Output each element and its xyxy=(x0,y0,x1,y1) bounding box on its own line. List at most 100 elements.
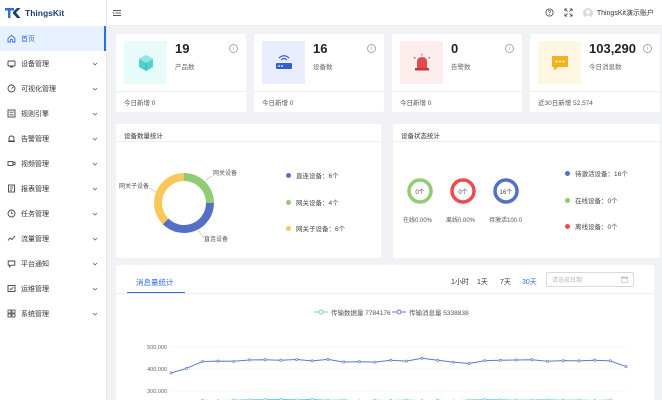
stat-icon-box xyxy=(400,41,443,84)
stat-card-siren: 0 告警数 i 今日新增 0 xyxy=(392,34,522,112)
stat-footer: 今日新增 0 xyxy=(400,100,432,107)
sidebar-item-home[interactable]: 首页 xyxy=(0,26,106,51)
chevron-down-icon xyxy=(92,262,98,266)
gauge-caption: 离线0.00% xyxy=(446,218,476,224)
series-point[interactable] xyxy=(577,359,581,363)
info-icon[interactable]: i xyxy=(643,44,652,53)
series-point[interactable] xyxy=(200,360,204,363)
stat-footer: 近30日新增 52,574 xyxy=(538,100,593,107)
stat-value: 16 xyxy=(313,41,328,56)
series-point[interactable] xyxy=(247,358,251,362)
series-point[interactable] xyxy=(295,358,298,361)
home-icon xyxy=(7,34,16,43)
gauge-caption: 在线0.00% xyxy=(403,218,433,224)
stat-card-cube: 19 产品数 i 今日新增 0 xyxy=(116,34,246,112)
date-picker[interactable]: 请选择日期 xyxy=(546,272,634,287)
stat-icon-box xyxy=(538,41,581,84)
legend-line-marker xyxy=(392,309,406,315)
info-icon[interactable]: i xyxy=(505,44,514,53)
series-point[interactable] xyxy=(624,365,628,369)
y-tick-label: 500,000 xyxy=(147,345,167,351)
date-placeholder: 请选择日期 xyxy=(552,278,583,284)
series-point[interactable] xyxy=(342,360,346,364)
legend-dot xyxy=(286,199,291,205)
logo[interactable]: ThingsKit xyxy=(0,0,106,26)
series-point[interactable] xyxy=(404,359,408,363)
info-icon[interactable]: i xyxy=(229,44,238,53)
series-point[interactable] xyxy=(420,356,424,360)
tab-message-stats[interactable]: 消息量统计 xyxy=(136,277,174,288)
series-point[interactable] xyxy=(263,358,267,362)
legend-text: 网关子设备：6个 xyxy=(296,226,346,233)
chart-legend-item[interactable]: 传输数据量 7784176 xyxy=(314,307,391,317)
legend-item: 网关设备：4个 xyxy=(286,197,339,207)
avatar[interactable] xyxy=(582,7,593,18)
sidebar-item-notification[interactable]: 平台通知 xyxy=(0,251,106,276)
donut-slice-sub[interactable] xyxy=(154,173,184,225)
sidebar-item-alarm[interactable]: 告警管理 xyxy=(0,126,106,151)
ops-icon xyxy=(7,285,16,292)
message-icon xyxy=(551,55,568,70)
series-point[interactable] xyxy=(310,359,314,363)
info-icon[interactable]: i xyxy=(367,44,376,53)
series-point[interactable] xyxy=(608,359,612,363)
series-point[interactable] xyxy=(467,362,471,365)
sidebar-item-traffic[interactable]: 流量管理 xyxy=(0,226,106,251)
sidebar-item-video[interactable]: 视频管理 xyxy=(0,151,106,176)
user-name[interactable]: ThingsKit演示账户 xyxy=(597,8,654,18)
gauge-online: 0个在线0.00% xyxy=(403,178,445,224)
series-point[interactable] xyxy=(451,360,455,364)
sidebar-item-device[interactable]: 设备管理 xyxy=(0,51,106,76)
range-button[interactable]: 7天 xyxy=(500,277,511,287)
series-point[interactable] xyxy=(530,358,534,362)
chart-legend-item[interactable]: 传输消息量 5338838 xyxy=(392,307,469,317)
series-point[interactable] xyxy=(279,358,283,362)
router-icon xyxy=(275,54,292,69)
stat-label: 设备数 xyxy=(313,64,333,71)
legend-item: 在线设备：0个 xyxy=(565,195,618,205)
stat-card-router: 16 设备数 i 今日新增 0 xyxy=(254,34,384,112)
sidebar-item-system[interactable]: 系统管理 xyxy=(0,301,106,326)
stat-label: 告警数 xyxy=(451,64,471,71)
gauge-value: 0个 xyxy=(415,190,425,196)
chevron-down-icon xyxy=(92,212,98,216)
series-point[interactable] xyxy=(185,366,189,370)
cube-icon xyxy=(138,54,153,71)
sidebar-item-label: 系统管理 xyxy=(21,310,49,318)
sidebar-item-report[interactable]: 报表管理 xyxy=(0,176,106,201)
series-point[interactable] xyxy=(389,358,393,362)
series-point[interactable] xyxy=(546,359,550,363)
sidebar-item-rule[interactable]: 规则引擎 xyxy=(0,101,106,126)
series-point[interactable] xyxy=(593,358,597,362)
sidebar-item-ops[interactable]: 运维管理 xyxy=(0,276,106,301)
donut-slice-direct[interactable] xyxy=(162,203,214,233)
sidebar-item-dashboard[interactable]: 可视化管理 xyxy=(0,76,106,101)
stat-card-message: 103,290 今日消息数 i 近30日新增 52,574 xyxy=(530,34,660,112)
stat-footer: 今日新增 0 xyxy=(124,100,156,107)
legend-text: 网关设备：4个 xyxy=(296,200,339,207)
series-point[interactable] xyxy=(357,360,361,364)
range-button[interactable]: 30天 xyxy=(522,277,537,287)
series-point[interactable] xyxy=(514,358,518,362)
series-point[interactable] xyxy=(169,371,173,375)
series-point[interactable] xyxy=(499,358,502,362)
series-point[interactable] xyxy=(561,359,565,363)
sidebar-item-task[interactable]: 任务管理 xyxy=(0,201,106,226)
fullscreen-icon[interactable] xyxy=(564,8,573,17)
series-point[interactable] xyxy=(216,359,220,363)
range-button[interactable]: 1小时 xyxy=(451,277,469,287)
legend-item: 离线设备：0个 xyxy=(565,221,618,231)
series-point[interactable] xyxy=(373,360,377,364)
gauge-offline: 0个 离线0.00% xyxy=(446,178,488,224)
series-point[interactable] xyxy=(326,357,330,361)
brand-name: ThingsKit xyxy=(25,8,65,18)
chevron-down-icon xyxy=(92,312,98,316)
series-point[interactable] xyxy=(436,358,440,362)
device-count-title: 设备数量统计 xyxy=(124,133,163,140)
range-button[interactable]: 1天 xyxy=(477,277,488,287)
series-point[interactable] xyxy=(483,359,487,363)
dashboard-icon xyxy=(7,84,16,93)
menu-fold-icon[interactable] xyxy=(112,8,122,18)
help-icon[interactable] xyxy=(545,8,554,17)
series-point[interactable] xyxy=(232,359,236,363)
